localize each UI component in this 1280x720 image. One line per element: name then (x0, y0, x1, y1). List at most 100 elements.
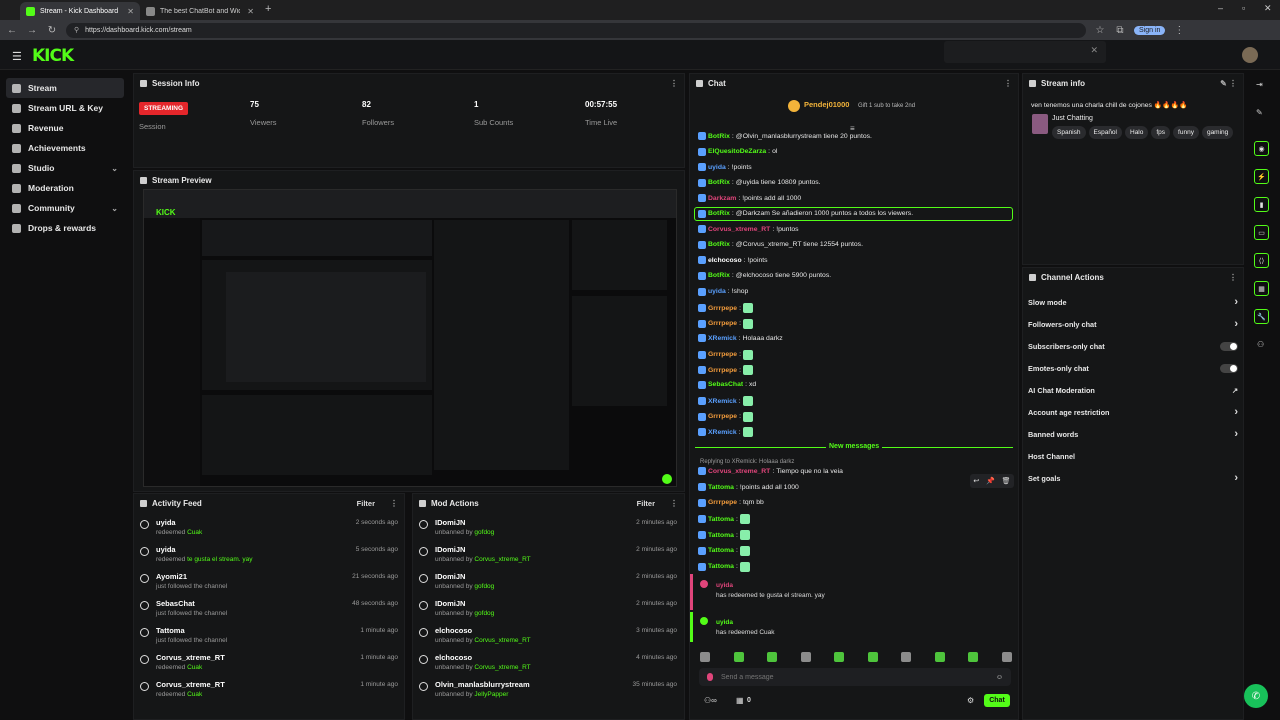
chat-username[interactable]: Grrrpepe (708, 305, 737, 312)
more-icon[interactable]: ⋮ (670, 499, 678, 508)
chat-username[interactable]: elchocoso (708, 257, 742, 264)
stream-tag[interactable]: gaming (1201, 126, 1234, 139)
chat-username[interactable]: XRemick (708, 429, 737, 436)
url-field[interactable]: ⚲ https://dashboard.kick.com/stream (66, 22, 1086, 38)
tab-chatbot[interactable]: The best ChatBot and Widge... ✕ (140, 2, 260, 20)
feed-username[interactable]: Corvus_xtreme_RT (156, 680, 225, 689)
channel-action-item[interactable]: AI Chat Moderation ↗ (1028, 384, 1238, 396)
edit-icon[interactable]: ✎ (1256, 108, 1263, 117)
channel-action-item[interactable]: Slow mode › (1028, 296, 1238, 308)
feed-row[interactable]: uyida redeemed te gusta el stream. yay 5 s… (140, 543, 398, 570)
stream-tag[interactable]: funny (1173, 126, 1199, 139)
chat-message[interactable]: uyida: !points (698, 163, 752, 172)
code-icon[interactable]: ⟨⟩ (1254, 253, 1269, 268)
feed-username[interactable]: IDomiJN (435, 572, 465, 581)
clip-icon[interactable]: ▮ (1254, 197, 1269, 212)
chat-username[interactable]: Grrrpepe (708, 499, 737, 506)
category-name[interactable]: Just Chatting (1052, 115, 1093, 122)
chat-username[interactable]: BotRix (708, 210, 730, 217)
chat-username[interactable]: Tattoma (708, 547, 734, 554)
feed-row[interactable]: Tattoma just followed the channel 1 minut… (140, 624, 398, 651)
channel-action-item[interactable]: Host Channel (1028, 450, 1238, 462)
gear-icon[interactable]: ⚙ (967, 696, 974, 705)
chat-message[interactable]: SebasChat: xd (698, 380, 756, 389)
chat-username[interactable]: uyida (708, 164, 726, 171)
chat-message[interactable]: Grrrpepe: (698, 303, 753, 314)
chat-bubble-icon[interactable]: ▭ (1254, 225, 1269, 240)
chat-username[interactable]: Corvus_xtreme_RT (708, 226, 770, 233)
chat-message[interactable]: Grrrpepe: (698, 411, 753, 422)
camera-icon[interactable]: ◉ (1254, 141, 1269, 156)
emote-icon[interactable] (800, 652, 811, 662)
chat-message[interactable]: Tattoma: (698, 530, 750, 541)
category-thumbnail[interactable] (1032, 114, 1048, 134)
channel-action-item[interactable]: Account age restriction › (1028, 406, 1238, 418)
edit-icon[interactable]: ✎ ⋮ (1220, 79, 1237, 88)
chat-username[interactable]: Tattoma (708, 532, 734, 539)
toggle-switch[interactable] (1220, 341, 1238, 351)
new-tab-icon[interactable]: + (265, 3, 271, 15)
feed-username[interactable]: uyida (156, 545, 176, 554)
channel-action-item[interactable]: Emotes-only chat (1028, 362, 1238, 374)
feed-row[interactable]: Ayomi21 just followed the channel 21 seco… (140, 570, 398, 597)
emote-icon[interactable] (733, 652, 744, 662)
new-messages-divider[interactable]: New messages (826, 443, 883, 450)
feed-username[interactable]: elchocoso (435, 653, 472, 662)
chat-username[interactable]: uyida (708, 288, 726, 295)
sign-in-button[interactable]: Sign in (1134, 25, 1166, 35)
feed-row[interactable]: IDomiJN unbanned by gofdog 2 minutes ago (419, 570, 677, 597)
chat-message[interactable]: Grrrpepe: (698, 365, 753, 376)
channel-action-item[interactable]: Set goals › (1028, 472, 1238, 484)
feed-username[interactable]: uyida (156, 518, 176, 527)
stream-tag[interactable]: Halo (1125, 126, 1149, 139)
sidebar-item-moderation[interactable]: Moderation (6, 178, 124, 198)
star-icon[interactable]: ☆ (1094, 25, 1106, 36)
chat-message[interactable]: Corvus_xtreme_RT: Tiempo que no la veia (698, 467, 843, 475)
close-icon[interactable]: ✕ (1090, 45, 1098, 56)
sidebar-item-achievements[interactable]: Achievements (6, 138, 124, 158)
feed-row[interactable]: Corvus_xtreme_RT redeemed Cuak 1 minute ag… (140, 678, 398, 705)
close-tab-icon[interactable]: ✕ (127, 7, 134, 16)
feed-username[interactable]: IDomiJN (435, 599, 465, 608)
chat-username[interactable]: BotRix (708, 179, 730, 186)
chat-input[interactable] (721, 673, 988, 681)
emote-icon[interactable] (867, 652, 878, 662)
more-icon[interactable]: ⋮ (1004, 79, 1012, 88)
wrench-icon[interactable]: 🔧 (1254, 309, 1269, 324)
forward-icon[interactable]: → (26, 25, 38, 36)
sidebar-item-stream[interactable]: Stream (6, 78, 124, 98)
emoji-icon[interactable]: ☺ (996, 674, 1003, 681)
more-icon[interactable]: ⋮ (670, 79, 678, 88)
chat-message[interactable]: Tattoma: (698, 561, 750, 572)
emote-icon[interactable] (901, 652, 912, 662)
sidebar-item-stream-url[interactable]: Stream URL & Key (6, 98, 124, 118)
send-chat-button[interactable]: Chat (984, 694, 1010, 707)
reply-icon[interactable]: ↩ (973, 477, 979, 485)
hamburger-menu-icon[interactable]: ☰ (12, 50, 22, 63)
chat-input-box[interactable]: ☺ (699, 668, 1011, 686)
grid-icon[interactable]: ▦ (1254, 281, 1269, 296)
stream-tag[interactable]: Spanish (1052, 126, 1086, 139)
chat-message[interactable]: Corvus_xtreme_RT: !puntos (698, 225, 799, 234)
sidebar-item-community[interactable]: Community ⌄ (6, 198, 124, 218)
site-info-icon[interactable]: ⚲ (74, 26, 79, 34)
extensions-icon[interactable]: ⧉ (1114, 25, 1126, 36)
collapse-icon[interactable]: ⇥ (1256, 80, 1263, 89)
chat-username[interactable]: Corvus_xtreme_RT (708, 468, 770, 475)
chat-message[interactable]: BotRix: @Olvin_manlasblurrystream tiene 2… (698, 132, 872, 140)
users-icon[interactable]: ⚇∞ (704, 696, 717, 705)
chat-username[interactable]: Grrrpepe (708, 320, 737, 327)
chat-username[interactable]: BotRix (708, 241, 730, 248)
toggle-switch[interactable] (1220, 363, 1238, 373)
feed-row[interactable]: uyida redeemed Cuak 2 seconds ago (140, 516, 398, 543)
feed-row[interactable]: IDomiJN unbanned by Corvus_xtreme_RT 2 min… (419, 543, 677, 570)
feed-row[interactable]: elchocoso unbanned by Corvus_xtreme_RT 4 m… (419, 651, 677, 678)
chat-message[interactable]: XRemick: Holaaa darkz (698, 334, 783, 343)
pin-icon[interactable]: 📌 (986, 477, 995, 485)
back-icon[interactable]: ← (6, 25, 18, 36)
users-icon[interactable]: ⚇ (1257, 340, 1264, 349)
emote-icon[interactable] (968, 652, 979, 662)
channel-action-item[interactable]: Followers-only chat › (1028, 318, 1238, 330)
chat-username[interactable]: XRemick (708, 398, 737, 405)
more-icon[interactable]: ⋮ (1229, 273, 1237, 282)
